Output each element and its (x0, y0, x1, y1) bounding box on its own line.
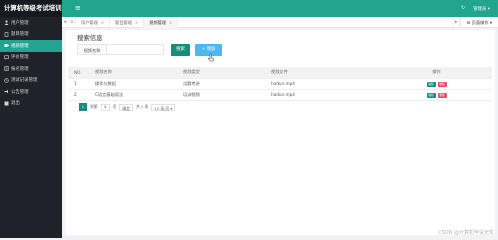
content-card: 搜索信息 视频名称 搜索 + 增加 NO 视频名称 视频类型 视频文件 操作 1… (65, 30, 495, 235)
comment-icon (4, 55, 9, 60)
table-cell: hadun.mp4 (271, 78, 381, 90)
tab-questions[interactable]: 题目管理 × (110, 16, 145, 28)
tab-bar: ◂ ⌂ 用户管理 × 题目管理 × 视频管理 × ▸ ⚙ 页面操作 ▾ (62, 16, 498, 28)
sidebar-item-questions[interactable]: 题目管理 (0, 29, 62, 41)
tab-label: 用户管理 (81, 19, 98, 25)
column-header: 操作 (381, 67, 492, 79)
tab-videos[interactable]: 视频管理 × (144, 16, 179, 28)
document-icon (4, 31, 9, 37)
edit-button[interactable]: 编辑 (426, 81, 436, 87)
page-unit-label: 页 (112, 104, 117, 109)
table-cell: C语言基础语法 (95, 89, 183, 101)
logout-icon (4, 101, 9, 106)
table-cell: hadun.mp4 (271, 89, 381, 101)
page-operations-menu[interactable]: ⚙ 页面操作 ▾ (459, 16, 498, 28)
sidebar-item-label: 报名管理 (11, 66, 29, 72)
search-button[interactable]: 搜索 (171, 44, 190, 56)
sidebar-item-label: 视频管理 (11, 43, 29, 49)
pagination: 1 到第 页 确定 共 2 条 10 条/页 ▾ (79, 103, 176, 111)
total-count: 共 2 条 (135, 104, 149, 109)
refresh-icon[interactable]: ↻ (461, 6, 465, 11)
row-actions: 编辑 删除 (381, 89, 492, 101)
table-row: 1 操作与数组 试题考讲 hadun.mp4 编辑 删除 (68, 78, 492, 90)
tab-next-icon[interactable]: ▸ (452, 16, 460, 28)
table-cell: 试题考讲 (183, 78, 271, 90)
mouse-pointer-icon (207, 54, 214, 62)
menu-toggle-icon[interactable]: ≡ (75, 5, 81, 12)
table-cell: 2 (68, 89, 95, 101)
sidebar-item-reviews[interactable]: 评价管理 (0, 52, 62, 64)
confirm-page-button[interactable]: 确定 (119, 103, 133, 111)
tab-label: 视频管理 (149, 19, 167, 25)
close-icon[interactable]: × (169, 17, 172, 28)
table-header-row: NO 视频名称 视频类型 视频文件 操作 (68, 67, 492, 79)
table-cell: 操作与数组 (95, 78, 183, 90)
table-row: 2 C语言基础语法 培训视频 hadun.mp4 编辑 删除 (68, 89, 492, 101)
sidebar-item-label: 评价管理 (11, 55, 29, 61)
sidebar-item-logout[interactable]: 退出 (0, 98, 62, 110)
home-tab-icon[interactable]: ⌂ (69, 16, 76, 28)
search-section-title: 搜索信息 (77, 34, 103, 42)
tab-label: 题目管理 (115, 19, 132, 25)
close-icon[interactable]: × (135, 17, 138, 28)
delete-button[interactable]: 删除 (437, 92, 447, 98)
page-number-input[interactable] (100, 103, 110, 111)
table-cell: 1 (68, 78, 95, 90)
sidebar-item-label: 用户管理 (11, 20, 29, 26)
sidebar-item-notices[interactable]: 公告管理 (0, 86, 62, 98)
delete-button[interactable]: 删除 (437, 81, 447, 87)
video-table: NO 视频名称 视频类型 视频文件 操作 1 操作与数组 试题考讲 hadun.… (68, 67, 492, 101)
video-icon (4, 43, 9, 48)
sidebar-item-registration[interactable]: 报名管理 (0, 63, 62, 75)
watermark: CSDN @计算机毕设无忧 (438, 230, 494, 236)
video-name-input[interactable] (107, 44, 164, 55)
current-page-button[interactable]: 1 (79, 103, 87, 111)
sidebar-item-label: 公告管理 (11, 89, 29, 95)
notice-icon (4, 89, 9, 94)
form-icon (4, 66, 9, 72)
column-header: NO (68, 67, 95, 79)
sidebar-item-label: 退出 (11, 101, 20, 107)
column-header: 视频类型 (183, 67, 271, 79)
sidebar-item-videos[interactable]: 视频管理 (0, 40, 62, 52)
sidebar-item-label: 题目管理 (11, 32, 29, 38)
tab-users[interactable]: 用户管理 × (76, 16, 111, 28)
sidebar-item-label: 测试记录管理 (11, 78, 38, 84)
table-cell: 培训视频 (183, 89, 271, 101)
user-icon (4, 20, 9, 26)
goto-label: 到第 (90, 104, 98, 109)
column-header: 视频文件 (271, 67, 381, 79)
page-size-select[interactable]: 10 条/页 ▾ (151, 103, 176, 111)
row-actions: 编辑 删除 (381, 78, 492, 90)
tab-prev-icon[interactable]: ◂ (62, 16, 69, 28)
close-icon[interactable]: × (101, 17, 104, 28)
record-icon (4, 78, 9, 83)
sidebar: 计算机等级考试培训 用户管理 题目管理 视频管理 评价管理 报名管理 测试记录管… (0, 0, 62, 238)
sidebar-item-users[interactable]: 用户管理 (0, 17, 62, 29)
top-bar: ≡ ↻ 管理员 ▾ (62, 0, 498, 17)
app-title: 计算机等级考试培训 (0, 0, 62, 17)
column-header: 视频名称 (95, 67, 183, 79)
video-name-label: 视频名称 (77, 44, 107, 55)
top-bar-actions: ↻ 管理员 ▾ (461, 6, 490, 12)
user-menu[interactable]: 管理员 ▾ (473, 6, 490, 12)
edit-button[interactable]: 编辑 (426, 92, 436, 98)
sidebar-item-test-records[interactable]: 测试记录管理 (0, 75, 62, 87)
